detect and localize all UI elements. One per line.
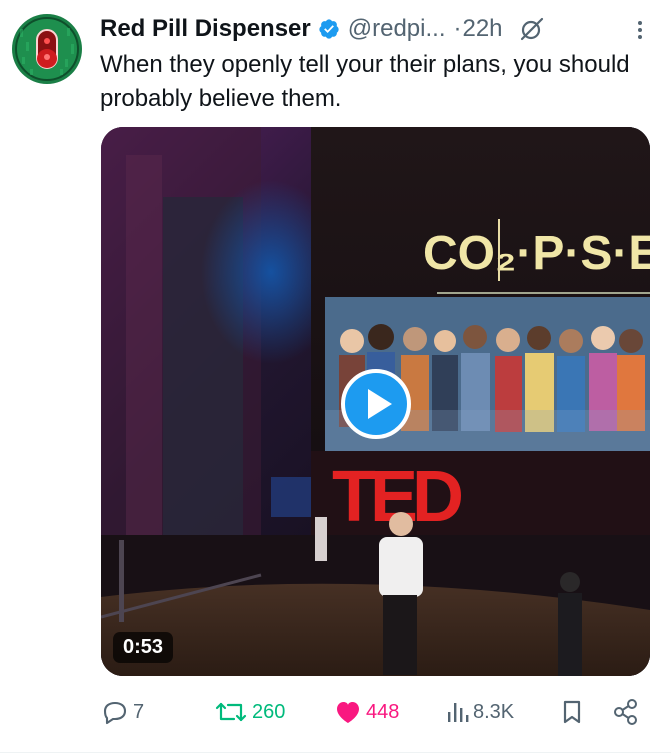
like-button[interactable]: 448: [333, 693, 399, 731]
repost-icon: [215, 702, 247, 722]
repost-button[interactable]: 260: [213, 693, 285, 731]
video-media[interactable]: CO₂·P·S·E·C TED: [101, 127, 650, 676]
screen-text: CO₂·P·S·E·C: [423, 227, 650, 280]
red-pill-avatar-icon: [12, 14, 82, 84]
bookmark-icon: [563, 700, 581, 724]
more-options-icon[interactable]: [637, 20, 643, 40]
post-timestamp[interactable]: 22h: [462, 15, 502, 43]
share-icon: [614, 699, 637, 725]
bookmark-button[interactable]: [559, 693, 585, 731]
reply-count: 7: [133, 700, 145, 723]
heart-icon: [337, 702, 359, 723]
avatar[interactable]: [12, 14, 82, 84]
repost-count: 260: [252, 700, 286, 723]
share-button[interactable]: [611, 693, 641, 731]
views-icon: [448, 703, 469, 722]
author-display-name[interactable]: Red Pill Dispenser: [100, 15, 311, 43]
views-button[interactable]: 8.3K: [444, 693, 514, 731]
play-icon[interactable]: [341, 369, 411, 439]
reply-button[interactable]: 7: [100, 693, 144, 731]
views-count: 8.3K: [473, 700, 515, 723]
separator-dot: ·: [453, 15, 462, 42]
post-header: Red Pill Dispenser @redpi... · 22h: [100, 12, 649, 46]
video-duration: 0:53: [113, 632, 174, 663]
reply-icon: [103, 701, 127, 725]
post-text: When they openly tell your their plans, …: [100, 51, 630, 112]
grok-icon[interactable]: [519, 16, 545, 42]
author-handle[interactable]: @redpi...: [348, 15, 446, 43]
post-actions: 7 260 448 8.3K: [100, 693, 645, 731]
like-count: 448: [366, 700, 400, 723]
verified-badge-icon: [319, 19, 339, 39]
